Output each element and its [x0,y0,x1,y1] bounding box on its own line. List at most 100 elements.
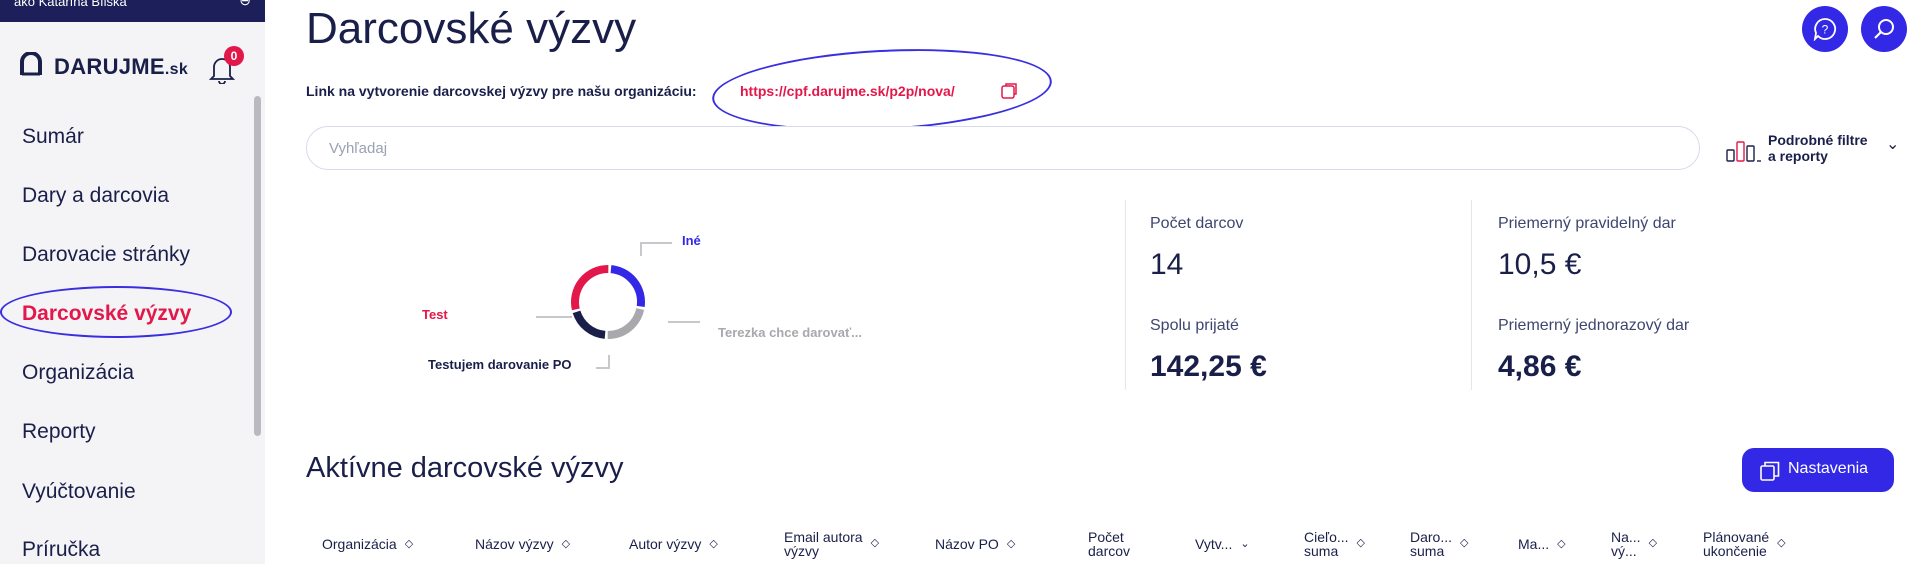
column-label-line2: výzvy [784,543,819,559]
column-label-line1: Plánované [1703,529,1770,545]
logo-mark-icon [20,52,42,76]
table-header-col-10[interactable]: Na... vý... ◇ [1611,530,1657,558]
sort-desc-icon[interactable]: ⌄ [1240,537,1249,551]
table-header-col-3[interactable]: Email autora výzvy ◇ [784,530,879,558]
search-button[interactable] [1861,6,1907,52]
table-header-col-5[interactable]: Počet darcov [1088,530,1130,558]
donut-label-testujem: Testujem darovanie PO [428,357,572,372]
column-label-line1: Organizácia [322,536,397,552]
filters-label-line2: a reporty [1768,148,1828,164]
filters-reports-button[interactable]: Podrobné filtre a reporty ⌄ [1726,130,1906,170]
donut-chart: Iné Terezka chce darovať... Testujem dar… [400,225,920,395]
exit-impersonation-icon[interactable]: ⊖ [239,0,251,9]
table-header-col-9[interactable]: Ma... ◇ [1518,537,1566,551]
donut-segment-2[interactable] [572,310,606,339]
sidebar-item-vyuctovanie[interactable]: Vyúčtovanie [22,480,136,504]
connector-terezka [668,321,700,331]
column-label-line2: suma [1304,543,1339,559]
sort-icon[interactable]: ◇ [1357,536,1365,550]
sidebar-item-sumar[interactable]: Sumár [22,125,84,149]
p2p-link-label: Link na vytvorenie darcovskej výzvy pre … [306,83,697,99]
sidebar-scrollbar[interactable] [254,96,261,436]
sidebar-item-prirucka[interactable]: Príručka [22,538,100,562]
settings-button-label: Nastavenia [1788,460,1869,477]
logo-text: DARUJME [54,54,165,79]
stats-divider-1 [1125,200,1126,390]
sort-icon[interactable]: ◇ [405,537,413,551]
column-label-line1: Email autora [784,529,863,545]
sort-icon[interactable]: ◇ [709,537,717,551]
help-button[interactable]: ? [1802,6,1848,52]
stat-avg-regular-value: 10,5 € [1498,248,1582,281]
notifications-button[interactable]: 0 [208,46,244,85]
donut-segment-3[interactable] [571,265,609,311]
column-label-line1: Názov výzvy [475,536,554,552]
help-chat-icon: ? [1813,18,1837,41]
stat-donors-value: 14 [1150,248,1184,281]
sort-icon[interactable]: ◇ [1649,536,1657,550]
stat-donors-label: Počet darcov [1150,215,1244,232]
donut-segment-1[interactable] [607,307,645,339]
column-label-line1: Počet [1088,529,1124,545]
column-label-line2: darcov [1088,543,1131,559]
sidebar-item-reporty[interactable]: Reporty [22,420,96,444]
chevron-down-icon: ⌄ [1886,136,1900,153]
sort-icon[interactable]: ◇ [1777,536,1785,550]
column-label-line1: Vytv... [1195,536,1233,552]
sort-icon[interactable]: ◇ [562,537,570,551]
svg-text:?: ? [1822,23,1829,37]
notification-count-badge: 0 [224,46,244,66]
table-header-col-7[interactable]: Cieľo... suma ◇ [1304,530,1365,558]
sort-icon[interactable]: ◇ [871,536,879,550]
donut-segment-0[interactable] [610,265,645,308]
table-header-col-1[interactable]: Názov výzvy ◇ [475,537,570,551]
column-label-line1: Autor výzvy [629,536,702,552]
column-label-line2: vý... [1611,543,1637,559]
column-label-line1: Názov PO [935,536,999,552]
search-input[interactable] [327,139,1631,158]
sort-icon[interactable]: ◇ [1557,537,1565,551]
sidebar-item-darovacie-stranky[interactable]: Darovacie stránky [22,243,190,267]
table-header-col-4[interactable]: Názov PO ◇ [935,537,1015,551]
filters-label-line1: Podrobné filtre [1768,132,1868,148]
column-label-line1: Cieľo... [1304,529,1349,545]
donut-label-ine: Iné [682,233,701,248]
column-label-line2: ukončenie [1703,543,1767,559]
sort-icon[interactable]: ◇ [1460,536,1468,550]
table-header-col-8[interactable]: Daro... suma ◇ [1410,530,1468,558]
stat-total-value: 142,25 € [1150,350,1267,383]
donut-label-test: Test [422,307,448,322]
logo-tld: .sk [164,61,189,78]
bar-chart-filter-icon [1726,141,1761,162]
sort-icon[interactable]: ◇ [1007,537,1015,551]
table-header-col-0[interactable]: Organizácia ◇ [322,537,413,551]
connector-testujem [596,355,610,369]
column-label-line1: Daro... [1410,529,1453,545]
sidebar: ako Katarína Bílska ⊖ DARUJME.sk 0 Sumár… [0,0,265,564]
table-header-col-6[interactable]: Vytv... ⌄ [1195,537,1250,551]
stat-avg-single-value: 4,86 € [1498,350,1582,383]
settings-button[interactable]: Nastavenia [1742,448,1894,492]
active-challenges-title: Aktívne darcovské výzvy [306,452,624,484]
stat-avg-regular-label: Priemerný pravidelný dar [1498,215,1676,232]
search-icon [1874,19,1894,39]
sidebar-item-organizacia[interactable]: Organizácia [22,361,134,385]
stat-avg-single-label: Priemerný jednorazový dar [1498,317,1690,334]
table-header-col-11[interactable]: Plánované ukončenie ◇ [1703,530,1786,558]
table-header-col-2[interactable]: Autor výzvy ◇ [629,537,718,551]
impersonation-text: ako Katarína Bílska [14,0,127,9]
impersonation-bar: ako Katarína Bílska ⊖ [0,0,265,22]
connector-ine [640,242,672,256]
copy-settings-icon [1760,461,1780,481]
column-label-line1: Na... [1611,529,1641,545]
column-label-line1: Ma... [1518,536,1550,552]
sidebar-item-dary-a-darcovia[interactable]: Dary a darcovia [22,184,169,208]
stats-divider-2 [1471,200,1472,390]
annotation-circle-link [710,41,1054,139]
connector-test [536,310,572,318]
page-title: Darcovské výzvy [306,4,637,53]
search-bar[interactable] [306,126,1700,170]
annotation-circle-nav [0,286,232,338]
stat-total-label: Spolu prijaté [1150,317,1239,334]
column-label-line2: suma [1410,543,1445,559]
